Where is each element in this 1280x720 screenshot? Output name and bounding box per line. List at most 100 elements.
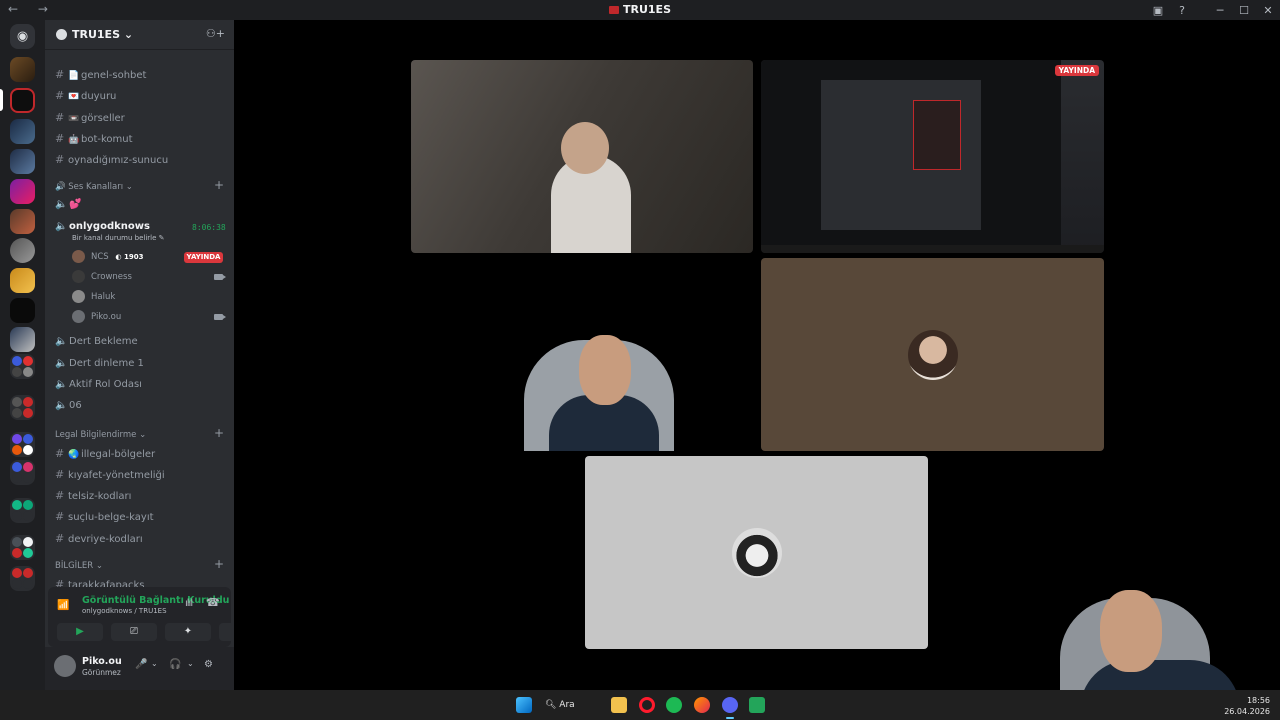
avatar[interactable]	[54, 655, 76, 677]
chevron-down-icon[interactable]: ⌄	[151, 659, 158, 668]
username[interactable]: Piko.ou	[82, 656, 122, 667]
system-clock[interactable]: 18:56 26.04.2026	[1224, 695, 1270, 717]
selected-server-pip	[0, 89, 3, 111]
discord-home-icon[interactable]: ◉	[10, 24, 35, 49]
minimize-button[interactable]: ─	[1208, 4, 1232, 17]
screen-share-button[interactable]: ⎚	[111, 623, 157, 641]
add-channel-icon[interactable]: +	[214, 426, 224, 440]
window-title: TRU1ES	[0, 3, 1280, 16]
channel-duyuru[interactable]: # 💌 duyuru	[55, 89, 116, 102]
inbox-icon[interactable]: ▣	[1146, 4, 1170, 17]
help-icon[interactable]: ?	[1170, 4, 1194, 17]
server-folder[interactable]	[10, 535, 35, 560]
soundboard-button[interactable]: ✧	[219, 623, 234, 641]
discord-icon[interactable]	[722, 697, 738, 713]
signal-icon[interactable]: 📶	[57, 600, 69, 611]
category-ses-kanallari[interactable]: 🔊 Ses Kanalları ⌄	[55, 182, 133, 192]
user-panel: Piko.ou Görünmez 🎤 ⌄ 🎧 ⌄ ⚙	[45, 647, 234, 690]
maximize-button[interactable]: ☐	[1232, 4, 1256, 17]
channel-devriye[interactable]: # devriye-kodları	[55, 532, 143, 545]
settings-gear-icon[interactable]: ⚙	[204, 659, 213, 670]
camera-icon	[214, 314, 226, 320]
guild-name: TRU1ES ⌄	[72, 28, 134, 41]
speaker-icon: 🔈	[55, 221, 68, 232]
avatar	[72, 310, 85, 323]
guild-title-icon	[609, 6, 619, 14]
guild-badge-icon	[56, 29, 67, 40]
channel-telsiz[interactable]: # telsiz-kodları	[55, 489, 131, 502]
voice-user-ncs[interactable]: NCS ◐ 1903	[72, 250, 143, 263]
video-tile-avatar-2[interactable]	[585, 456, 928, 649]
server-rail: ◉	[0, 20, 45, 690]
disconnect-icon[interactable]: ☎	[206, 596, 220, 609]
channel-illegal-bolgeler[interactable]: # 🌏 illegal-bölgeler	[55, 447, 155, 460]
voice-channel-06[interactable]: 🔈 06	[55, 400, 82, 411]
channel-gorseller[interactable]: # 📼 görseller	[55, 111, 125, 124]
category-legal[interactable]: Legal Bilgilendirme ⌄	[55, 430, 146, 440]
server-folder[interactable]	[10, 395, 35, 420]
channel-kiyafet[interactable]: # kıyafet-yönetmeliği	[55, 468, 165, 481]
voice-channel-dert-dinleme[interactable]: 🔈 Dert dinleme 1	[55, 358, 144, 369]
speaker-icon: 🔈	[55, 199, 68, 210]
server-icon[interactable]	[10, 268, 35, 293]
participant-avatar	[907, 329, 958, 380]
taskbar-search[interactable]: 🔍︎ Ara	[545, 697, 595, 714]
firefox-icon[interactable]	[694, 697, 710, 713]
server-icon-tru1es[interactable]	[10, 88, 35, 113]
activities-button[interactable]: ✦	[165, 623, 211, 641]
category-bilgiler[interactable]: BİLGİLER ⌄	[55, 561, 103, 571]
video-tile-webcam-2[interactable]	[494, 310, 706, 451]
guild-header[interactable]: TRU1ES ⌄ ⚇+	[45, 20, 234, 50]
channel-status-hint[interactable]: Bir kanal durumu belirle ✎	[72, 234, 165, 242]
server-icon[interactable]	[10, 327, 35, 352]
voice-connection-panel: 📶 Görüntülü Bağlantı Kuruldu onlygodknow…	[48, 587, 234, 647]
spotify-icon[interactable]	[666, 697, 682, 713]
server-folder[interactable]	[10, 460, 35, 485]
streamer-face	[1100, 590, 1162, 672]
voice-status-subtitle: onlygodknows / TRU1ES	[82, 607, 167, 615]
voice-channel-heart[interactable]: 🔈 💕	[55, 199, 81, 210]
avatar	[72, 270, 85, 283]
voice-channel-dert-bekleme[interactable]: 🔈 Dert Bekleme	[55, 336, 138, 347]
server-folder[interactable]	[10, 432, 35, 457]
channel-oynadigimiz-sunucu[interactable]: # oynadığımız-sunucu	[55, 153, 168, 166]
file-explorer-icon[interactable]	[611, 697, 627, 713]
server-folder[interactable]	[10, 566, 35, 591]
add-channel-icon[interactable]: +	[214, 178, 224, 192]
user-badge: ◐ 1903	[115, 253, 144, 261]
server-folder[interactable]	[10, 498, 35, 523]
server-folder[interactable]	[10, 354, 35, 379]
microphone-icon[interactable]: 🎤	[135, 659, 147, 670]
channel-suclu-belge[interactable]: # suçlu-belge-kayıt	[55, 510, 154, 523]
add-channel-icon[interactable]: +	[214, 557, 224, 571]
voice-channel-onlygodknows[interactable]: 🔈 onlygodknows	[55, 221, 150, 232]
server-icon[interactable]	[10, 57, 35, 82]
video-tile-screen-share[interactable]: YAYINDA	[761, 60, 1104, 253]
server-icon[interactable]	[10, 179, 35, 204]
invite-people-icon[interactable]: ⚇+	[206, 27, 225, 40]
voice-user-crowness[interactable]: Crowness	[72, 270, 132, 283]
active-app-indicator	[726, 717, 734, 719]
channel-bot-komut[interactable]: # 🤖 bot-komut	[55, 132, 133, 145]
channel-genel-sohbet[interactable]: # 📄 genel-sohbet	[55, 68, 146, 81]
windows-start-icon[interactable]	[516, 697, 532, 713]
voice-user-piko[interactable]: Piko.ou	[72, 310, 121, 323]
video-tile-webcam-1[interactable]	[411, 60, 753, 253]
noise-suppression-icon[interactable]: ılıl	[185, 598, 193, 609]
server-icon[interactable]	[10, 298, 35, 323]
camera-button[interactable]: ▶	[57, 623, 103, 641]
server-icon[interactable]	[10, 209, 35, 234]
opera-icon[interactable]	[639, 697, 655, 713]
server-icon[interactable]	[10, 149, 35, 174]
hash-icon: #	[55, 468, 65, 481]
chevron-down-icon[interactable]: ⌄	[187, 659, 194, 668]
server-icon[interactable]	[10, 119, 35, 144]
voice-user-haluk[interactable]: Haluk	[72, 290, 115, 303]
server-icon[interactable]	[10, 238, 35, 263]
app-icon[interactable]	[749, 697, 765, 713]
live-badge: YAYINDA	[1054, 65, 1099, 76]
video-tile-avatar-1[interactable]	[761, 258, 1104, 451]
headphones-icon[interactable]: 🎧	[169, 659, 181, 670]
close-button[interactable]: ✕	[1256, 4, 1280, 17]
voice-channel-aktif-rol[interactable]: 🔈 Aktif Rol Odası	[55, 379, 142, 390]
